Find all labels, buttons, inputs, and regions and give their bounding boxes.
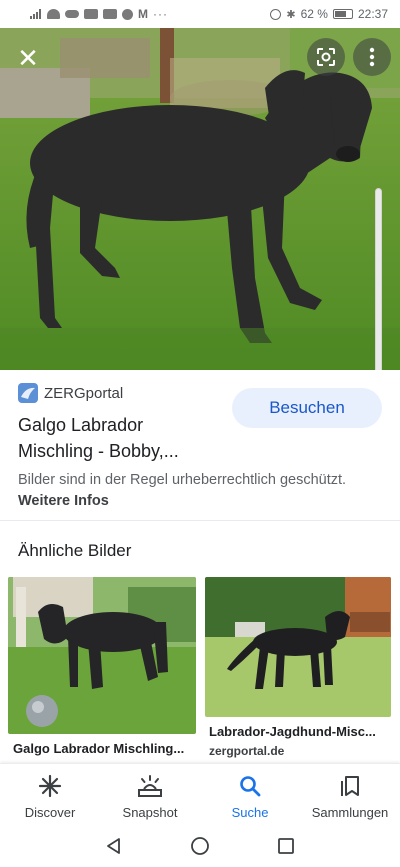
lens-button[interactable] xyxy=(307,38,345,76)
more-vert-icon xyxy=(369,47,375,67)
close-button[interactable]: ✕ xyxy=(10,40,46,76)
home-button[interactable] xyxy=(187,833,213,859)
nav-collections[interactable]: Sammlungen xyxy=(300,764,400,825)
app-notification-icon xyxy=(103,9,117,19)
dog-photo xyxy=(0,28,400,370)
cloud-icon xyxy=(65,10,79,18)
wifi-icon xyxy=(47,9,60,19)
nav-discover-label: Discover xyxy=(24,805,76,820)
app-notification-icon xyxy=(84,9,98,19)
lens-icon xyxy=(317,48,335,66)
similar-dog-photo-1 xyxy=(8,577,196,734)
back-button[interactable] xyxy=(101,833,127,859)
status-bar: M ··· ✱ 62 % 22:37 xyxy=(0,0,400,28)
similar-image-1-title[interactable]: Galgo Labrador Mischling... xyxy=(13,741,195,756)
nav-collections-label: Sammlungen xyxy=(311,805,389,820)
copyright-notice: Bilder sind in der Regel urheberrechtlic… xyxy=(18,470,348,512)
more-options-button[interactable] xyxy=(353,38,391,76)
divider xyxy=(0,520,400,521)
bottom-navigation: Discover Snapshot Suche Sammlungen xyxy=(0,763,400,825)
source-row[interactable]: ZERGportal xyxy=(18,383,123,403)
system-navigation xyxy=(0,825,400,867)
gmail-icon: M xyxy=(138,7,148,21)
more-info-link[interactable]: Weitere Infos xyxy=(18,493,109,509)
bluetooth-icon: ✱ xyxy=(286,8,296,21)
result-info: ZERGportal Galgo Labrador Mischling - Bo… xyxy=(0,370,400,520)
result-title[interactable]: Galgo Labrador Mischling - Bobby,... xyxy=(18,412,223,464)
back-icon xyxy=(107,838,120,854)
clock: 22:37 xyxy=(357,7,388,21)
close-icon: ✕ xyxy=(17,43,39,73)
asterisk-icon xyxy=(37,773,63,799)
home-icon xyxy=(191,837,209,855)
nav-search[interactable]: Suche xyxy=(200,764,300,825)
nav-snapshot-label: Snapshot xyxy=(122,805,178,820)
more-notifications-icon: ··· xyxy=(153,7,168,21)
similar-image-2-source: zergportal.de xyxy=(209,744,285,758)
recents-button[interactable] xyxy=(273,833,299,859)
copyright-text: Bilder sind in der Regel urheberrechtlic… xyxy=(18,472,347,488)
similar-image-2-title[interactable]: Labrador-Jagdhund-Misc... xyxy=(209,724,389,739)
battery-icon xyxy=(332,9,353,19)
recents-icon xyxy=(278,838,294,854)
similar-images-heading: Ähnliche Bilder xyxy=(18,541,132,560)
status-icons-left: M ··· xyxy=(30,7,168,21)
similar-image-1[interactable] xyxy=(8,577,196,734)
similar-image-2[interactable] xyxy=(205,577,391,717)
collections-icon xyxy=(337,773,363,799)
status-icons-right: ✱ 62 % 22:37 xyxy=(270,7,388,21)
alarm-icon xyxy=(270,8,282,20)
source-name: ZERGportal xyxy=(44,384,124,402)
main-image[interactable] xyxy=(0,28,400,370)
similar-dog-photo-2 xyxy=(205,577,391,717)
battery-percent: 62 % xyxy=(300,7,328,21)
messenger-icon xyxy=(122,8,133,20)
scrollbar[interactable] xyxy=(375,188,382,374)
search-icon xyxy=(237,773,263,799)
site-favicon-icon xyxy=(18,383,38,403)
visit-button[interactable]: Besuchen xyxy=(232,388,382,428)
snapshot-icon xyxy=(137,773,163,799)
nav-discover[interactable]: Discover xyxy=(0,764,100,825)
nav-snapshot[interactable]: Snapshot xyxy=(100,764,200,825)
nav-search-label: Suche xyxy=(231,805,269,820)
signal-icon xyxy=(30,9,42,19)
